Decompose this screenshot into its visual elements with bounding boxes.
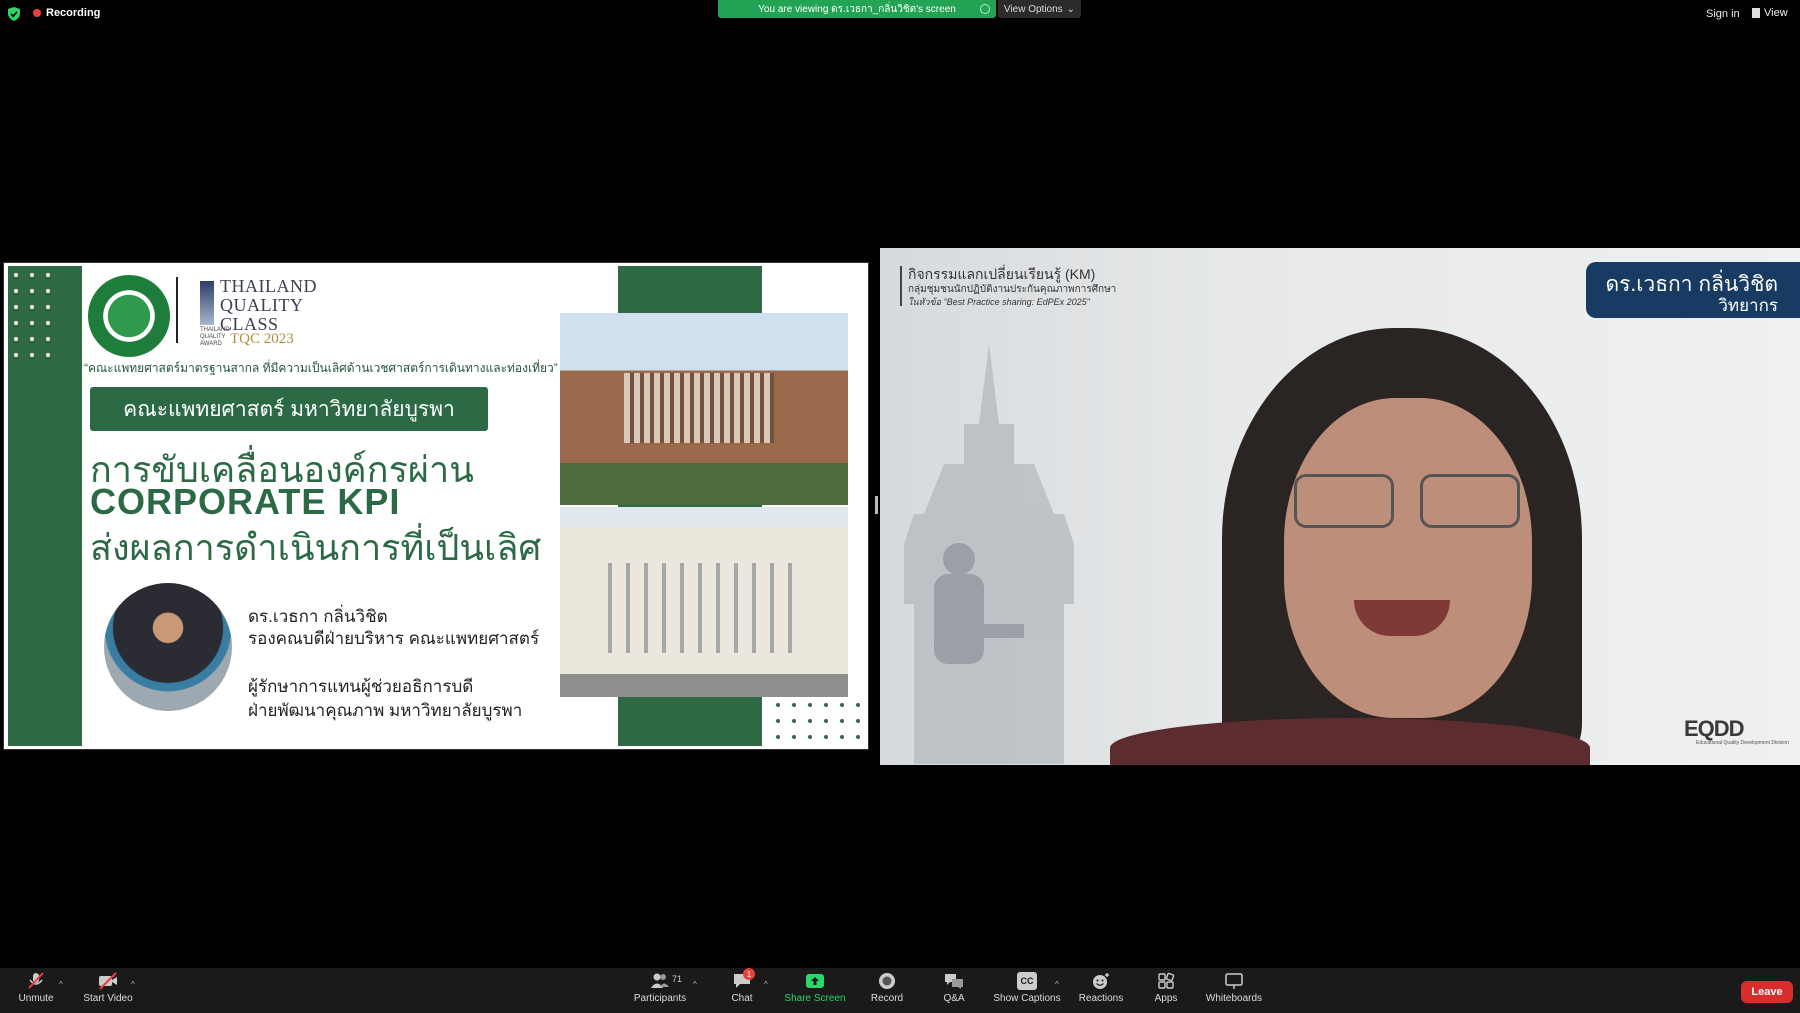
start-video-button[interactable]: Start Video	[68, 972, 148, 1004]
headline-accent-bar	[68, 439, 73, 571]
top-bar: Recording You are viewing ดร.เวธกา_กลิ่น…	[0, 0, 1800, 28]
participants-button[interactable]: 71 Participants	[620, 972, 700, 1004]
view-options-button[interactable]: View Options ⌄	[998, 0, 1081, 18]
video-off-icon	[99, 972, 117, 990]
chat-label: Chat	[731, 993, 753, 1004]
whiteboards-button[interactable]: Whiteboards	[1194, 972, 1274, 1004]
temple-silhouette	[904, 344, 1074, 764]
recording-label: Recording	[46, 7, 101, 19]
layout-icon	[1752, 8, 1760, 18]
sign-in-button[interactable]: Sign in	[1706, 8, 1740, 20]
participants-label: Participants	[633, 993, 687, 1004]
whiteboards-label: Whiteboards	[1205, 993, 1263, 1004]
participants-icon: 71	[650, 972, 682, 990]
glasses-right	[1420, 474, 1520, 528]
captions-icon: CC	[1017, 972, 1037, 990]
qa-label: Q&A	[943, 993, 965, 1004]
participants-count: 71	[672, 974, 683, 984]
tqc-subtitle: THAILAND QUALITY AWARD	[200, 327, 230, 347]
slide-slogan: “คณะแพทยศาสตร์มาตรฐานสากล ที่มีความเป็นเ…	[84, 361, 558, 375]
unmute-button[interactable]: Unmute	[0, 972, 76, 1004]
share-screen-label: Share Screen	[784, 993, 846, 1004]
record-dot-icon	[33, 9, 41, 17]
reactions-label: Reactions	[1078, 993, 1124, 1004]
tqc-year: TQC 2023	[230, 331, 294, 347]
recording-indicator[interactable]: Recording	[33, 7, 100, 19]
apps-label: Apps	[1154, 993, 1178, 1004]
chat-badge: 1	[743, 968, 755, 980]
reactions-icon	[1093, 973, 1109, 989]
show-captions-label: Show Captions	[993, 993, 1061, 1004]
speaker-video[interactable]: กิจกรรมแลกเปลี่ยนเรียนรู้ (KM) กลุ่มชุมช…	[880, 248, 1800, 765]
split-view-handle[interactable]	[875, 496, 878, 514]
headline-line-3: ส่งผลการดำเนินการที่เป็นเลิศ	[90, 527, 542, 568]
share-screen-button[interactable]: Share Screen	[775, 972, 855, 1004]
km-topic: ในหัวข้อ “Best Practice sharing: EdPEx 2…	[908, 297, 1090, 307]
view-label: View	[1764, 7, 1788, 19]
building-photo-1-windows	[624, 373, 774, 443]
apps-icon	[1158, 972, 1175, 989]
shared-screen[interactable]: THAILAND QUALITY CLASS THAILAND QUALITY …	[3, 262, 869, 750]
nameplate-role: วิทยากร	[1718, 296, 1778, 315]
view-button[interactable]: View	[1752, 7, 1788, 19]
university-seal-logo	[88, 275, 170, 357]
presenter-role: ฝ่ายพัฒนาคุณภาพ มหาวิทยาลัยบูรพา	[248, 701, 523, 720]
chat-caret-icon[interactable]: ^	[764, 980, 768, 989]
chat-icon: 1	[732, 968, 755, 990]
chevron-down-icon: ⌄	[1066, 3, 1076, 15]
title-accent-line	[900, 266, 902, 306]
eqdd-logo-subtitle: Educational Quality Development Division	[1696, 740, 1789, 746]
meeting-toolbar: Unmute ^ Start Video ^ 71 Participants ^	[0, 968, 1800, 1013]
view-options-label: View Options	[1003, 3, 1063, 15]
headline-line-2: CORPORATE KPI	[90, 481, 401, 522]
video-options-caret-icon[interactable]: ^	[131, 980, 135, 989]
viewing-banner: You are viewing ดร.เวธกา_กลิ่นวิชิต's sc…	[718, 0, 996, 18]
participants-caret-icon[interactable]: ^	[693, 980, 697, 989]
qa-icon	[945, 974, 963, 989]
tqc-title: THAILAND QUALITY CLASS	[220, 276, 317, 334]
start-video-label: Start Video	[83, 993, 133, 1004]
presenter-role: รองคณบดีฝ่ายบริหาร คณะแพทยศาสตร์	[248, 629, 540, 648]
shield-check-icon[interactable]	[8, 7, 20, 21]
share-screen-icon	[806, 974, 824, 988]
speaker-face	[1284, 398, 1532, 718]
eqdd-logo: EQDD	[1684, 716, 1745, 741]
whiteboard-icon	[1225, 973, 1243, 989]
audio-options-caret-icon[interactable]: ^	[59, 980, 63, 989]
tqc-emblem	[200, 281, 214, 325]
decorative-dots	[14, 273, 50, 357]
glasses-left	[1294, 474, 1394, 528]
chat-button[interactable]: 1 Chat	[702, 968, 782, 1004]
building-photo-2-windows	[594, 563, 794, 653]
leave-button[interactable]: Leave	[1741, 981, 1793, 1003]
unmute-label: Unmute	[18, 993, 54, 1004]
captions-caret-icon[interactable]: ^	[1055, 980, 1059, 989]
status-circle-icon	[980, 4, 990, 14]
speaker-nameplate: ดร.เวธกา กลิ่นวิชิต วิทยากร	[1586, 262, 1800, 318]
viewing-banner-text: You are viewing ดร.เวธกา_กลิ่นวิชิต's sc…	[758, 3, 956, 15]
record-icon	[879, 973, 895, 989]
slide-white-block	[762, 266, 868, 318]
captions-icon-label: CC	[1020, 976, 1034, 986]
presenter-portrait	[104, 583, 232, 711]
faculty-banner: คณะแพทยศาสตร์ มหาวิทยาลัยบูรพา	[90, 387, 488, 431]
decorative-dots-bottom	[776, 703, 860, 739]
qa-button[interactable]: Q&A	[914, 972, 994, 1004]
record-label: Record	[870, 993, 904, 1004]
presenter-role: ผู้รักษาการแทนผู้ช่วยอธิการบดี	[248, 677, 474, 696]
microphone-muted-icon	[28, 972, 44, 989]
logo-divider	[176, 277, 178, 343]
